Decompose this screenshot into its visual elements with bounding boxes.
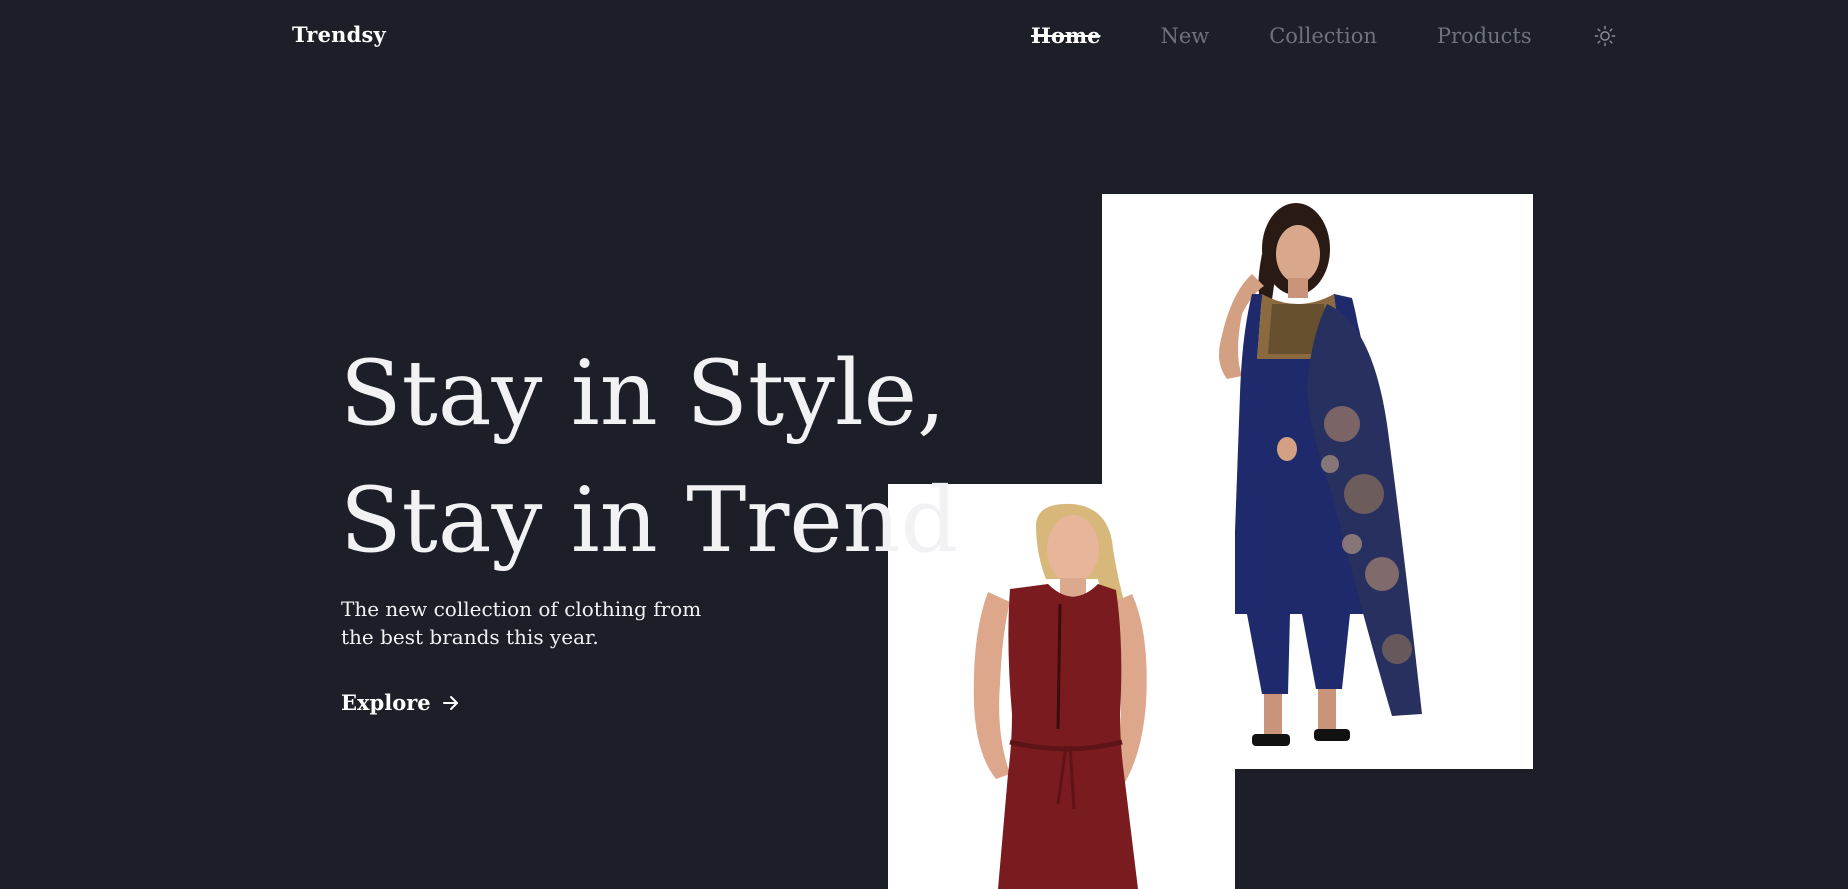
hero-subtitle: The new collection of clothing from the …	[341, 597, 702, 649]
nav-products[interactable]: Products	[1437, 24, 1532, 48]
nav-collection[interactable]: Collection	[1269, 24, 1377, 48]
theme-toggle-button[interactable]	[1593, 24, 1617, 48]
hero-headline-line1: Stay in Style,	[340, 341, 946, 446]
main-nav: Home New Collection Products	[1031, 23, 1617, 48]
nav-home[interactable]: Home	[1031, 23, 1100, 48]
arrow-right-icon	[441, 693, 461, 713]
explore-button[interactable]: Explore	[341, 690, 461, 715]
sun-icon	[1594, 25, 1615, 46]
hero-headline-line2: Stay in Trend	[340, 468, 959, 573]
hero-headline: Stay in Style, Stay in Trend	[340, 330, 958, 584]
nav-new[interactable]: New	[1160, 24, 1209, 48]
brand-logo[interactable]: Trendsy	[292, 22, 386, 47]
explore-label: Explore	[341, 690, 431, 715]
